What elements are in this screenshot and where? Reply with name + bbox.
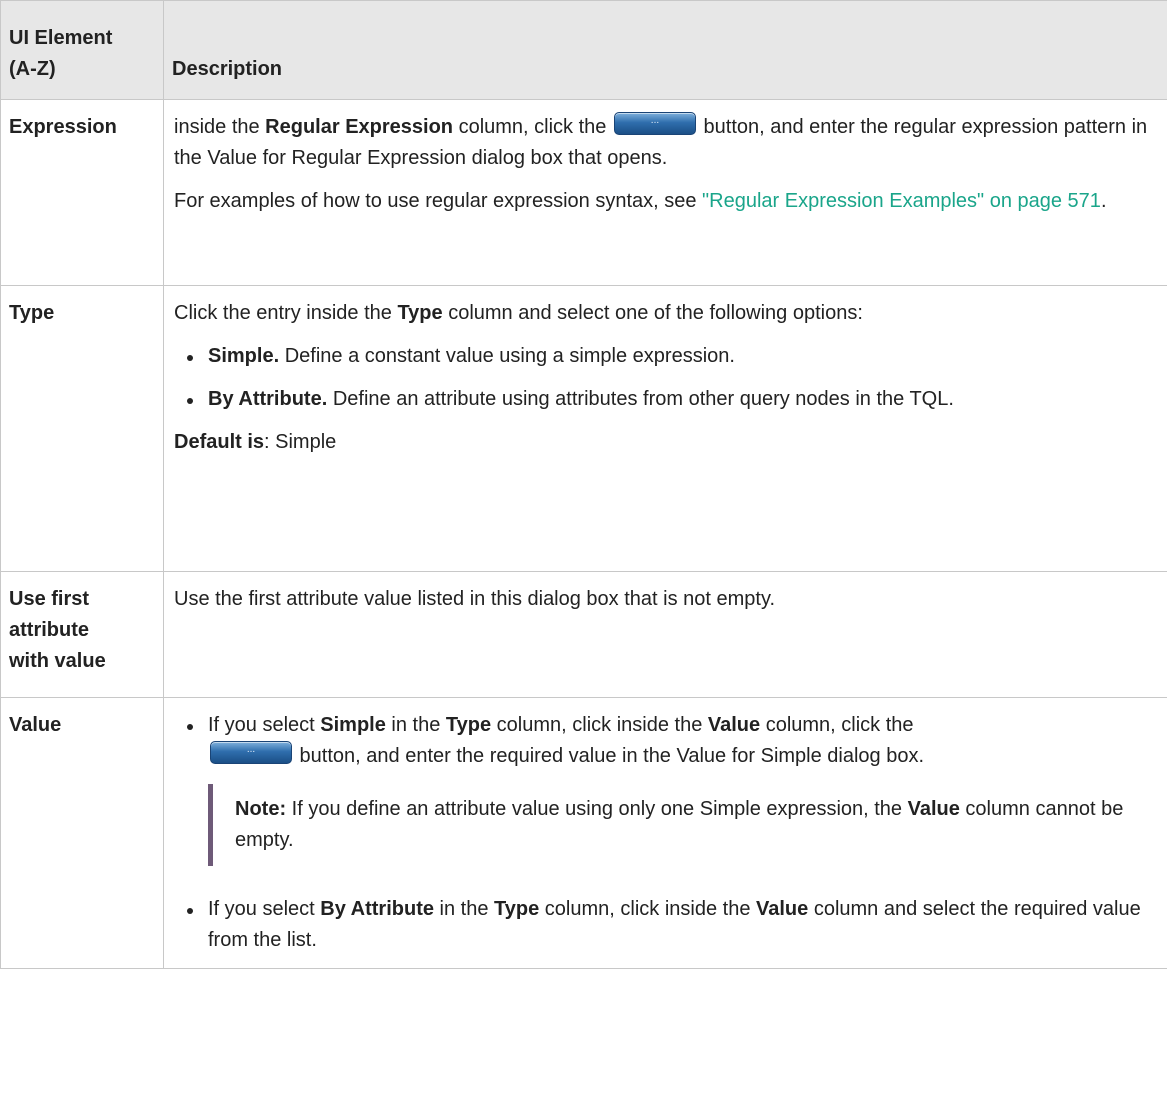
text: Define an attribute using attributes fro… bbox=[327, 388, 954, 410]
list-item: Simple. Define a constant value using a … bbox=[174, 341, 1157, 372]
text: Click the entry inside the bbox=[174, 302, 398, 324]
row-term-type: Type bbox=[0, 285, 164, 572]
term-line: with value bbox=[9, 650, 106, 672]
text: . bbox=[1100, 190, 1107, 212]
row-desc-type: Click the entry inside the Type column a… bbox=[163, 285, 1167, 572]
regex-examples-link[interactable]: "Regular Expression Examples" on page 57… bbox=[702, 190, 1101, 212]
ellipsis-button-icon: ... bbox=[613, 112, 696, 135]
ellipsis-button-icon: ... bbox=[210, 741, 292, 764]
note-label: Note: bbox=[235, 798, 287, 820]
text: If you select bbox=[208, 898, 321, 920]
ellipsis-glyph: ... bbox=[246, 744, 256, 755]
bold-text: Default is bbox=[174, 431, 265, 453]
use-first-description: Use the first attribute value listed in … bbox=[174, 588, 776, 610]
text: column, click the bbox=[453, 116, 612, 138]
row-term-value: Value bbox=[0, 697, 164, 969]
bold-text: By Attribute bbox=[320, 898, 434, 920]
value-list-2: If you select By Attribute in the Type c… bbox=[174, 894, 1157, 956]
list-item: If you select By Attribute in the Type c… bbox=[174, 894, 1157, 956]
row-term-use-first: Use first attribute with value bbox=[0, 571, 164, 698]
text: column, click the bbox=[760, 714, 914, 736]
row-desc-use-first: Use the first attribute value listed in … bbox=[163, 571, 1167, 698]
bold-text: Type bbox=[494, 898, 540, 920]
value-list: If you select Simple in the Type column,… bbox=[174, 710, 1157, 772]
type-options-list: Simple. Define a constant value using a … bbox=[174, 341, 1157, 415]
term-expression: Expression bbox=[9, 116, 117, 138]
text: inside the bbox=[174, 116, 266, 138]
bold-text: Value bbox=[907, 798, 960, 820]
header-ui-element-line2: (A-Z) bbox=[9, 58, 56, 80]
text: in the bbox=[385, 714, 446, 736]
bold-text: Simple. bbox=[208, 345, 280, 367]
expression-paragraph-1: inside the Regular Expression column, cl… bbox=[174, 112, 1157, 174]
note-text: Note: If you define an attribute value u… bbox=[235, 794, 1157, 856]
table-row-value: Value If you select Simple in the Type c… bbox=[0, 697, 1167, 969]
expression-paragraph-2: For examples of how to use regular expre… bbox=[174, 186, 1157, 217]
row-desc-value: If you select Simple in the Type column,… bbox=[163, 697, 1167, 969]
text: column, click inside the bbox=[491, 714, 708, 736]
term-line: Use first bbox=[9, 588, 90, 610]
bold-text: By Attribute. bbox=[208, 388, 328, 410]
ui-elements-table: UI Element (A-Z) Description Expression … bbox=[0, 0, 1167, 969]
bold-text: Simple bbox=[320, 714, 386, 736]
text: in the bbox=[433, 898, 495, 920]
table-row-expression: Expression inside the Regular Expression… bbox=[0, 99, 1167, 286]
table-row-use-first-attribute: Use first attribute with value Use the f… bbox=[0, 571, 1167, 698]
text: column and select one of the following o… bbox=[442, 302, 863, 324]
term-line: attribute bbox=[9, 619, 89, 641]
table-row-type: Type Click the entry inside the Type col… bbox=[0, 285, 1167, 572]
text: If you select bbox=[208, 714, 321, 736]
bold-text: Value bbox=[707, 714, 761, 736]
ellipsis-glyph: ... bbox=[650, 115, 660, 126]
list-item: If you select Simple in the Type column,… bbox=[174, 710, 1157, 772]
type-intro: Click the entry inside the Type column a… bbox=[174, 298, 1157, 329]
bold-text: Type bbox=[445, 714, 492, 736]
row-desc-expression: inside the Regular Expression column, cl… bbox=[163, 99, 1167, 286]
header-ui-element: UI Element (A-Z) bbox=[0, 0, 164, 100]
header-row: UI Element (A-Z) Description bbox=[0, 0, 1167, 100]
header-description-label: Description bbox=[172, 58, 283, 80]
list-item: By Attribute. Define an attribute using … bbox=[174, 384, 1157, 415]
note-box: Note: If you define an attribute value u… bbox=[208, 784, 1157, 866]
header-ui-element-line1: UI Element bbox=[9, 27, 113, 49]
type-default: Default is: Simple bbox=[174, 427, 1157, 458]
bold-text: Regular Expression bbox=[265, 116, 454, 138]
header-description: Description bbox=[163, 0, 1167, 100]
term-value: Value bbox=[9, 714, 62, 736]
bold-text: Type bbox=[397, 302, 443, 324]
bold-text: Value bbox=[756, 898, 809, 920]
text: Define a constant value using a simple e… bbox=[279, 345, 735, 367]
text: For examples of how to use regular expre… bbox=[174, 190, 703, 212]
row-term-expression: Expression bbox=[0, 99, 164, 286]
text: : Simple bbox=[264, 431, 337, 453]
text: If you define an attribute value using o… bbox=[286, 798, 908, 820]
term-type: Type bbox=[9, 302, 55, 324]
text: column, click inside the bbox=[539, 898, 756, 920]
text: button, and enter the required value in … bbox=[294, 745, 925, 767]
